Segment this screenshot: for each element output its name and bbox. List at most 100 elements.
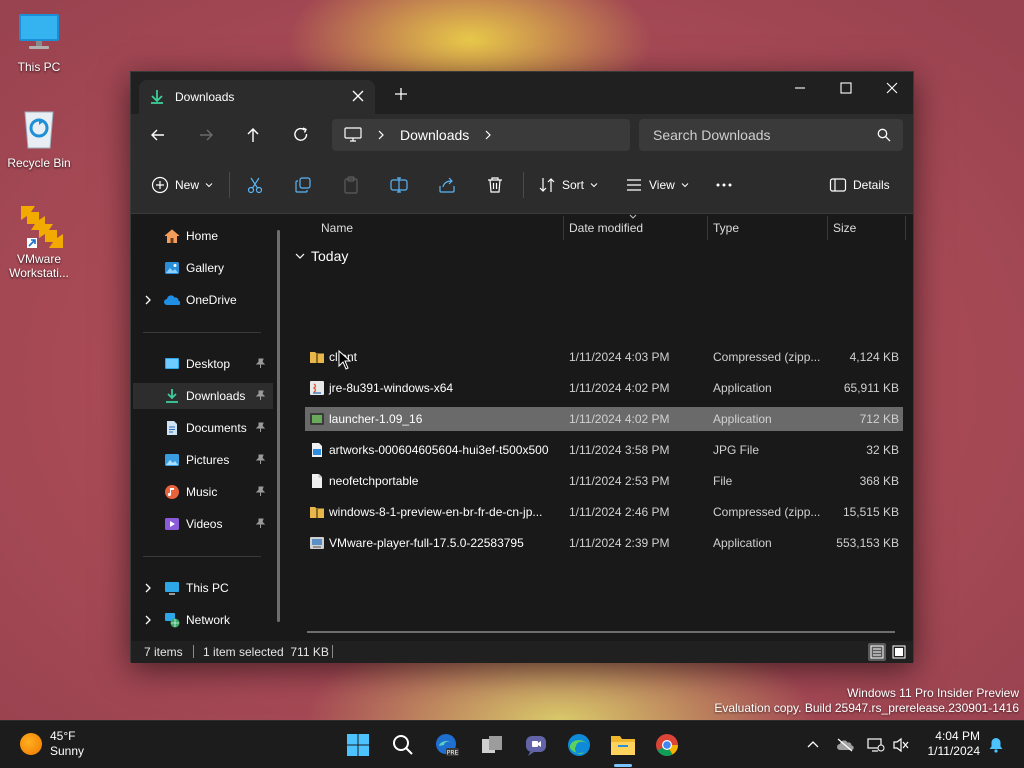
- taskbar-edge[interactable]: [565, 731, 593, 759]
- desktop-icon-label: Recycle Bin: [7, 156, 71, 170]
- file-row[interactable]: VMware-player-full-17.5.0-22583795 1/11/…: [305, 531, 903, 555]
- new-button[interactable]: New: [151, 176, 213, 194]
- sort-button[interactable]: Sort: [538, 176, 598, 194]
- file-type: Compressed (zipp...: [713, 505, 821, 519]
- new-tab-icon[interactable]: [393, 86, 409, 102]
- column-divider[interactable]: [827, 216, 828, 240]
- pin-icon[interactable]: [255, 518, 266, 529]
- rename-button[interactable]: [390, 176, 408, 194]
- file-size: 65,911 KB: [843, 381, 899, 395]
- notifications-button[interactable]: [986, 735, 1006, 755]
- chevron-right-icon[interactable]: [143, 295, 153, 305]
- column-header-size[interactable]: Size: [833, 214, 903, 242]
- column-divider[interactable]: [707, 216, 708, 240]
- taskbar-search-button[interactable]: [389, 731, 417, 759]
- taskbar: 45°F Sunny PRE 4:04 PM 1/11/2024: [0, 720, 1024, 768]
- breadcrumb-item-downloads[interactable]: Downloads: [400, 127, 469, 143]
- file-date: 1/11/2024 3:58 PM: [569, 443, 670, 457]
- group-header-today[interactable]: Today: [295, 248, 348, 264]
- search-box[interactable]: Search Downloads: [639, 119, 903, 151]
- file-row[interactable]: jre-8u391-windows-x64 1/11/2024 4:02 PM …: [305, 376, 903, 400]
- weather-widget[interactable]: 45°F Sunny: [20, 729, 84, 759]
- desktop-icon-recycle-bin[interactable]: Recycle Bin: [1, 106, 77, 170]
- chevron-right-icon[interactable]: [483, 130, 493, 140]
- sidebar-item-onedrive[interactable]: OneDrive: [133, 287, 273, 313]
- horizontal-scrollbar[interactable]: [307, 631, 895, 633]
- sidebar-item-downloads[interactable]: Downloads: [133, 383, 273, 409]
- search-icon[interactable]: [877, 128, 891, 142]
- taskbar-chrome[interactable]: [653, 731, 681, 759]
- sidebar-item-pictures[interactable]: Pictures: [133, 447, 273, 473]
- taskbar-file-explorer[interactable]: [609, 731, 637, 759]
- start-button[interactable]: [344, 731, 372, 759]
- file-row[interactable]: client 1/11/2024 4:03 PM Compressed (zip…: [305, 345, 903, 369]
- file-row[interactable]: windows-8-1-preview-en-br-fr-de-cn-jp...…: [305, 500, 903, 524]
- column-header-date-modified[interactable]: Date modified: [569, 214, 707, 242]
- share-button[interactable]: [438, 176, 456, 194]
- taskbar-edge-beta[interactable]: PRE: [433, 731, 461, 759]
- forward-icon[interactable]: [196, 125, 216, 145]
- sidebar-item-videos[interactable]: Videos: [133, 511, 273, 537]
- breadcrumb[interactable]: Downloads: [332, 119, 630, 151]
- search-input[interactable]: Search Downloads: [653, 127, 877, 143]
- maximize-button[interactable]: [823, 72, 869, 104]
- network-tray[interactable]: [866, 735, 886, 755]
- installer-icon: [310, 537, 324, 549]
- column-header-type[interactable]: Type: [713, 214, 827, 242]
- delete-button[interactable]: [486, 176, 504, 194]
- nav-divider: [143, 556, 261, 557]
- sidebar-item-network[interactable]: Network: [133, 607, 273, 633]
- copy-button[interactable]: [294, 176, 312, 194]
- view-button[interactable]: View: [625, 176, 689, 194]
- sidebar-item-gallery[interactable]: Gallery: [133, 255, 273, 281]
- sidebar-item-desktop[interactable]: Desktop: [133, 351, 273, 377]
- column-header-name[interactable]: Name: [321, 214, 561, 242]
- back-icon[interactable]: [148, 125, 168, 145]
- rename-icon: [390, 177, 408, 193]
- column-divider[interactable]: [905, 216, 906, 240]
- close-window-button[interactable]: [869, 72, 915, 104]
- watermark-line-1: Windows 11 Pro Insider Preview: [847, 686, 1019, 700]
- copy-icon: [295, 177, 311, 193]
- sidebar-item-label: Downloads: [186, 389, 246, 403]
- sidebar-item-music[interactable]: Music: [133, 479, 273, 505]
- desktop-icon-this-pc[interactable]: This PC: [1, 10, 77, 74]
- onedrive-tray[interactable]: [835, 735, 855, 755]
- minimize-button[interactable]: [777, 72, 823, 104]
- sidebar-item-this-pc[interactable]: This PC: [133, 575, 273, 601]
- pin-icon[interactable]: [255, 358, 266, 369]
- refresh-icon[interactable]: [291, 125, 311, 145]
- sidebar-item-home[interactable]: Home: [133, 223, 273, 249]
- volume-tray[interactable]: [891, 735, 911, 755]
- pin-icon[interactable]: [255, 390, 266, 401]
- chevron-right-icon[interactable]: [143, 615, 153, 625]
- file-name: windows-8-1-preview-en-br-fr-de-cn-jp...: [329, 505, 543, 519]
- tab-downloads[interactable]: Downloads: [139, 80, 375, 114]
- details-view-button[interactable]: [868, 643, 886, 661]
- taskbar-task-view[interactable]: [478, 731, 506, 759]
- file-row-selected[interactable]: launcher-1.09_16 1/11/2024 4:02 PM Appli…: [305, 407, 903, 431]
- cut-button[interactable]: [246, 176, 264, 194]
- pin-icon[interactable]: [255, 422, 266, 433]
- chevron-right-icon[interactable]: [143, 583, 153, 593]
- taskbar-teams[interactable]: [522, 731, 550, 759]
- show-hidden-icons-button[interactable]: [803, 735, 823, 755]
- more-icon: [716, 183, 732, 187]
- system-clock[interactable]: 4:04 PM 1/11/2024: [928, 729, 981, 759]
- paste-button[interactable]: [342, 176, 360, 194]
- file-row[interactable]: artworks-000604605604-hui3ef-t500x500 1/…: [305, 438, 903, 462]
- column-divider[interactable]: [563, 216, 564, 240]
- sidebar-item-documents[interactable]: Documents: [133, 415, 273, 441]
- pin-icon[interactable]: [255, 486, 266, 497]
- chevron-right-icon[interactable]: [376, 130, 386, 140]
- details-pane-button[interactable]: Details: [829, 176, 890, 194]
- pin-icon[interactable]: [255, 454, 266, 465]
- large-icons-view-button[interactable]: [890, 643, 908, 661]
- file-row[interactable]: neofetchportable 1/11/2024 2:53 PM File …: [305, 469, 903, 493]
- chevron-down-icon: [590, 183, 598, 188]
- close-tab-icon[interactable]: [351, 89, 365, 103]
- nav-scrollbar[interactable]: [277, 230, 280, 622]
- desktop-icon-vmware[interactable]: VMware Workstati...: [1, 202, 77, 280]
- more-options-button[interactable]: [715, 176, 733, 194]
- up-icon[interactable]: [243, 125, 263, 145]
